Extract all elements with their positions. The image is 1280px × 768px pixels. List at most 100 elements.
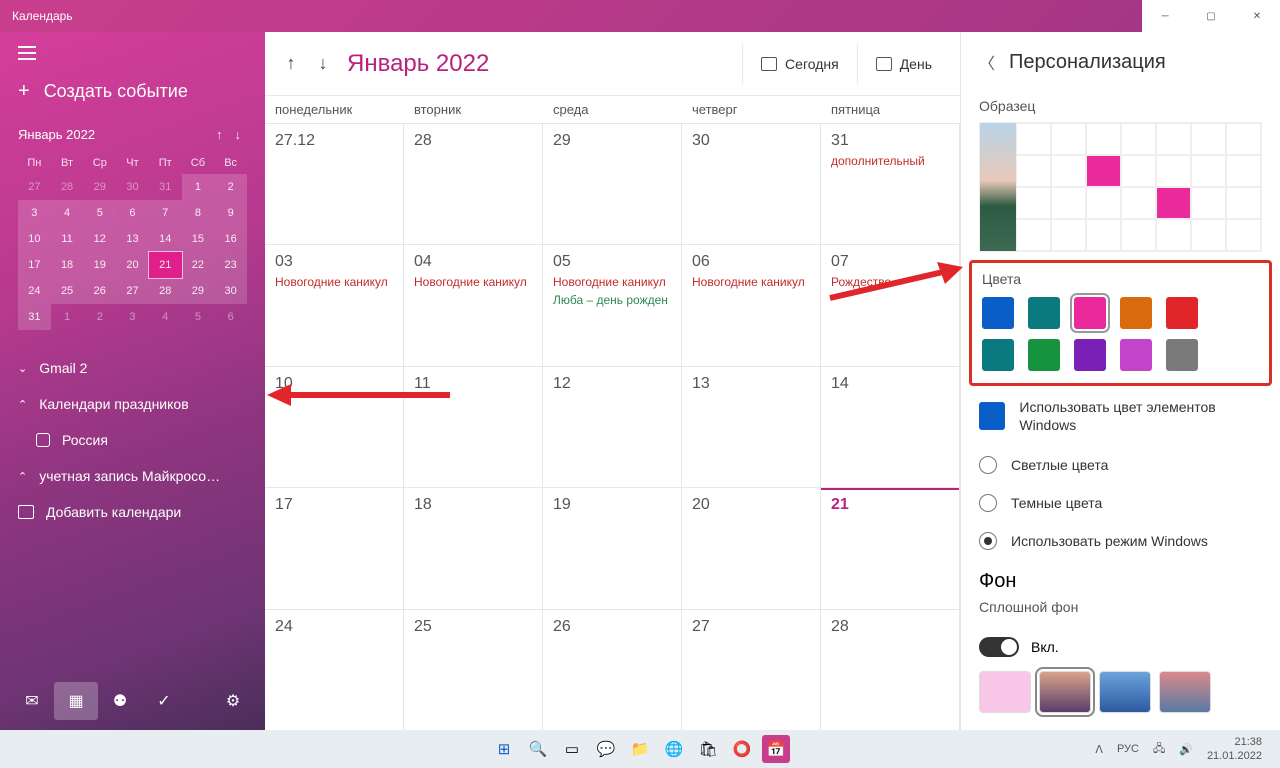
mini-day[interactable]: 18 xyxy=(51,252,84,278)
add-calendars-button[interactable]: Добавить календари xyxy=(0,494,265,530)
mini-day[interactable]: 7 xyxy=(149,200,182,226)
calendar-cell[interactable]: 12 xyxy=(543,366,682,487)
mini-day[interactable]: 31 xyxy=(149,174,182,200)
edge-icon[interactable]: 🌐 xyxy=(660,735,688,763)
mini-day[interactable]: 5 xyxy=(83,200,116,226)
event-item[interactable]: Новогодние каникул xyxy=(275,275,393,289)
event-item[interactable]: Новогодние каникул xyxy=(692,275,810,289)
color-swatch[interactable] xyxy=(1074,339,1106,371)
new-event-button[interactable]: + Создать событие xyxy=(0,66,265,117)
network-icon[interactable]: 🖧 xyxy=(1153,740,1165,759)
mini-day[interactable]: 31 xyxy=(18,304,51,330)
event-item[interactable]: дополнительный xyxy=(831,154,949,168)
color-swatch[interactable] xyxy=(1074,297,1106,329)
mini-day[interactable]: 12 xyxy=(83,226,116,252)
mini-day[interactable]: 25 xyxy=(51,278,84,304)
calendar-cell[interactable]: 05Новогодние каникулЛюба – день рожден xyxy=(543,244,682,365)
calendar-cell[interactable]: 29 xyxy=(543,123,682,244)
volume-icon[interactable]: 🔊 xyxy=(1179,743,1193,756)
color-swatch[interactable] xyxy=(1166,297,1198,329)
mini-day[interactable]: 2 xyxy=(214,174,247,200)
minimize-button[interactable]: ─ xyxy=(1142,0,1188,32)
view-day-button[interactable]: День xyxy=(857,44,950,84)
calendar-cell[interactable]: 27.12 xyxy=(265,123,404,244)
mini-day[interactable]: 1 xyxy=(182,174,215,200)
account-microsoft[interactable]: ⌃ учетная запись Майкросо… xyxy=(0,458,265,494)
theme-light-radio[interactable]: Светлые цвета xyxy=(961,446,1280,484)
mini-day[interactable]: 6 xyxy=(116,200,149,226)
people-icon[interactable]: ⚉ xyxy=(98,682,142,720)
mini-day[interactable]: 28 xyxy=(149,278,182,304)
calendar-cell[interactable]: 19 xyxy=(543,487,682,608)
close-button[interactable]: ✕ xyxy=(1234,0,1280,32)
background-toggle[interactable] xyxy=(979,637,1019,657)
today-button[interactable]: Сегодня xyxy=(742,44,857,84)
calendar-cell[interactable]: 18 xyxy=(404,487,543,608)
chrome-icon[interactable]: ⭕ xyxy=(728,735,756,763)
calendar-cell[interactable]: 04Новогодние каникул xyxy=(404,244,543,365)
bg-thumb[interactable] xyxy=(1099,671,1151,713)
calendar-cell[interactable]: 07Рождество xyxy=(821,244,960,365)
mini-day[interactable]: 17 xyxy=(18,252,51,278)
mini-day[interactable]: 28 xyxy=(51,174,84,200)
mini-next-icon[interactable]: ↓ xyxy=(229,127,248,142)
event-item[interactable]: Рождество xyxy=(831,275,949,289)
calendar-cell[interactable]: 30 xyxy=(682,123,821,244)
calendar-cell[interactable]: 10 xyxy=(265,366,404,487)
color-swatch[interactable] xyxy=(1166,339,1198,371)
next-month-button[interactable]: ↓ xyxy=(307,48,339,80)
task-view-icon[interactable]: ▭ xyxy=(558,735,586,763)
mini-day[interactable]: 9 xyxy=(214,200,247,226)
mini-day[interactable]: 3 xyxy=(116,304,149,330)
holidays-section[interactable]: ⌃ Календари праздников xyxy=(0,386,265,422)
mini-day[interactable]: 19 xyxy=(83,252,116,278)
theme-dark-radio[interactable]: Темные цвета xyxy=(961,484,1280,522)
maximize-button[interactable]: ▢ xyxy=(1188,0,1234,32)
back-icon[interactable]: 〈 xyxy=(979,50,995,74)
calendar-cell[interactable]: 06Новогодние каникул xyxy=(682,244,821,365)
mini-day[interactable]: 3 xyxy=(18,200,51,226)
store-icon[interactable]: 🛍 xyxy=(694,735,722,763)
bg-thumb[interactable] xyxy=(1039,671,1091,713)
start-button[interactable]: ⊞ xyxy=(490,735,518,763)
mini-day[interactable]: 21 xyxy=(149,252,182,278)
mini-prev-icon[interactable]: ↑ xyxy=(210,127,229,142)
mini-month-label[interactable]: Январь 2022 xyxy=(18,127,95,142)
use-windows-color[interactable]: Использовать цвет элементов Windows xyxy=(961,386,1280,446)
mini-day[interactable]: 29 xyxy=(182,278,215,304)
gear-icon[interactable]: ⚙ xyxy=(211,682,255,720)
color-swatch[interactable] xyxy=(1028,297,1060,329)
mini-day[interactable]: 11 xyxy=(51,226,84,252)
mini-day[interactable]: 22 xyxy=(182,252,215,278)
calendar-cell[interactable]: 24 xyxy=(265,609,404,730)
color-swatch[interactable] xyxy=(1028,339,1060,371)
calendar-cell[interactable]: 03Новогодние каникул xyxy=(265,244,404,365)
calendar-taskbar-icon[interactable]: 📅 xyxy=(762,735,790,763)
mini-day[interactable]: 23 xyxy=(214,252,247,278)
search-icon[interactable]: 🔍 xyxy=(524,735,552,763)
prev-month-button[interactable]: ↑ xyxy=(275,48,307,80)
mini-day[interactable]: 1 xyxy=(51,304,84,330)
event-item[interactable]: Люба – день рожден xyxy=(553,293,671,307)
mini-day[interactable]: 14 xyxy=(149,226,182,252)
mini-day[interactable]: 29 xyxy=(83,174,116,200)
calendar-icon[interactable]: ▦ xyxy=(54,682,98,720)
mini-day[interactable]: 8 xyxy=(182,200,215,226)
event-item[interactable]: Новогодние каникул xyxy=(414,275,532,289)
calendar-cell[interactable]: 28 xyxy=(821,609,960,730)
checkbox-icon[interactable] xyxy=(36,433,50,447)
bg-thumb[interactable] xyxy=(979,671,1031,713)
calendar-cell[interactable]: 26 xyxy=(543,609,682,730)
mini-day[interactable]: 16 xyxy=(214,226,247,252)
mini-day[interactable]: 10 xyxy=(18,226,51,252)
mini-day[interactable]: 15 xyxy=(182,226,215,252)
mini-day[interactable]: 20 xyxy=(116,252,149,278)
mini-day[interactable]: 4 xyxy=(149,304,182,330)
mini-day[interactable]: 4 xyxy=(51,200,84,226)
calendar-cell[interactable]: 25 xyxy=(404,609,543,730)
explorer-icon[interactable]: 📁 xyxy=(626,735,654,763)
hamburger-menu[interactable] xyxy=(0,40,265,66)
calendar-cell[interactable]: 17 xyxy=(265,487,404,608)
calendar-cell[interactable]: 21 xyxy=(821,487,960,608)
clock[interactable]: 21:38 21.01.2022 xyxy=(1207,735,1272,764)
